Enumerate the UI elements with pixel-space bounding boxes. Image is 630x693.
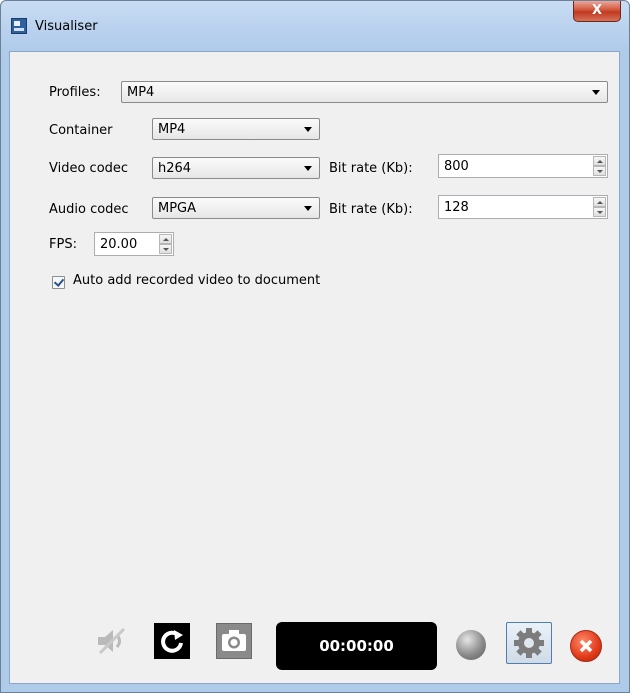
- close-action-button[interactable]: [570, 630, 602, 662]
- audio-codec-value: MPGA: [158, 201, 197, 216]
- reload-icon: [161, 630, 183, 653]
- fps-value: 20.00: [100, 237, 138, 252]
- auto-add-label: Auto add recorded video to document: [73, 273, 321, 288]
- video-codec-dropdown[interactable]: h264: [152, 157, 320, 179]
- video-bitrate-input[interactable]: 800: [438, 154, 608, 178]
- recording-timer: 00:00:00: [276, 622, 437, 670]
- record-indicator[interactable]: [456, 630, 486, 660]
- close-icon: [579, 639, 593, 653]
- video-codec-value: h264: [158, 161, 192, 176]
- chevron-down-icon: [304, 127, 312, 132]
- profiles-dropdown[interactable]: MP4: [121, 81, 608, 103]
- chevron-down-icon: [304, 166, 312, 171]
- video-codec-label: Video codec: [49, 161, 129, 176]
- spin-up-icon[interactable]: [593, 156, 606, 166]
- audio-codec-label: Audio codec: [49, 202, 129, 217]
- container-dropdown[interactable]: MP4: [152, 118, 320, 140]
- container-label: Container: [49, 123, 113, 138]
- title-bar[interactable]: Visualiser X: [1, 1, 629, 51]
- visualiser-window: Visualiser X Profiles: MP4 Container MP4…: [0, 0, 630, 693]
- spin-up-icon[interactable]: [593, 197, 606, 207]
- fps-label: FPS:: [49, 237, 77, 252]
- auto-add-checkbox[interactable]: [52, 276, 65, 289]
- camera-icon: [222, 630, 246, 651]
- profiles-value: MP4: [127, 85, 155, 100]
- chevron-down-icon: [304, 206, 312, 211]
- spin-down-icon[interactable]: [593, 166, 606, 176]
- spin-down-icon[interactable]: [159, 244, 172, 254]
- snapshot-button[interactable]: [216, 623, 252, 659]
- fps-input[interactable]: 20.00: [94, 232, 174, 256]
- audio-bitrate-input[interactable]: 128: [438, 195, 608, 219]
- settings-button[interactable]: [506, 622, 552, 664]
- spin-up-icon[interactable]: [159, 234, 172, 244]
- profiles-label: Profiles:: [49, 85, 101, 100]
- mute-icon: [98, 627, 126, 655]
- gear-icon: [514, 628, 544, 658]
- audio-bitrate-label: Bit rate (Kb):: [329, 202, 413, 217]
- video-bitrate-label: Bit rate (Kb):: [329, 161, 413, 176]
- container-value: MP4: [158, 122, 186, 137]
- audio-bitrate-value: 128: [444, 200, 469, 215]
- reload-button[interactable]: [154, 623, 190, 659]
- client-area: Profiles: MP4 Container MP4 Video codec …: [9, 51, 620, 684]
- window-title: Visualiser: [35, 19, 98, 34]
- mute-button[interactable]: [94, 623, 130, 659]
- window-close-button[interactable]: X: [573, 1, 621, 22]
- chevron-down-icon: [592, 90, 600, 95]
- video-bitrate-value: 800: [444, 159, 469, 174]
- spin-down-icon[interactable]: [593, 207, 606, 217]
- audio-codec-dropdown[interactable]: MPGA: [152, 197, 320, 219]
- app-icon: [11, 18, 27, 34]
